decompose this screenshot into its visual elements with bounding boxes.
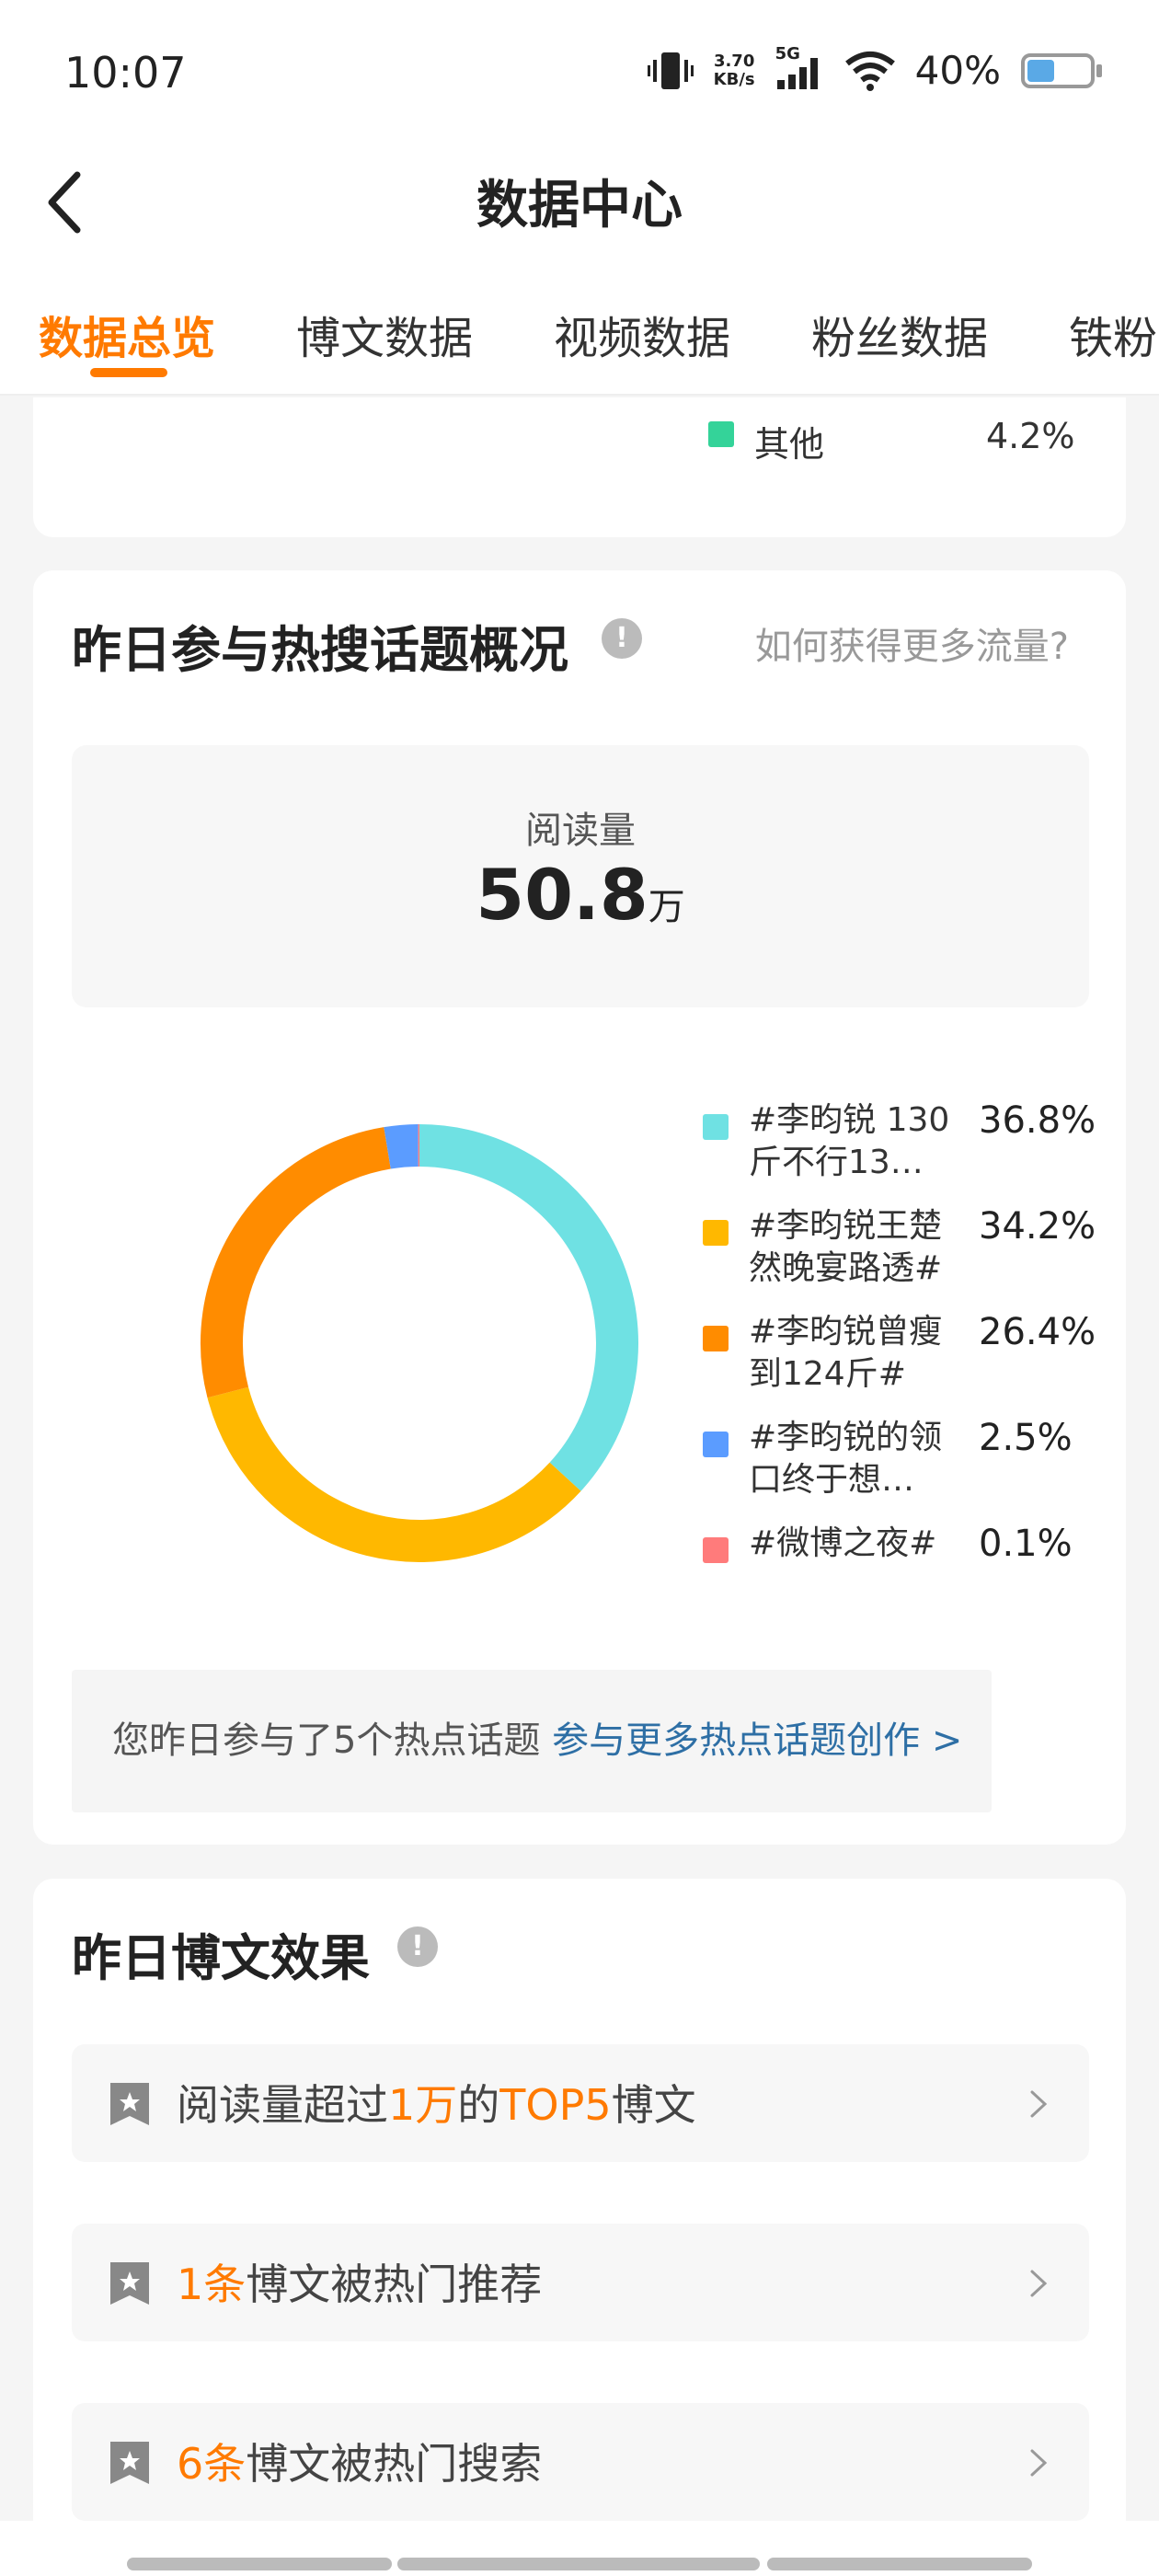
legend-percent: 4.2% xyxy=(986,416,1075,456)
info-icon[interactable]: ! xyxy=(397,1926,438,1967)
post-effect-row[interactable]: 6条博文被热门搜索 xyxy=(72,2403,1089,2521)
page-title: 数据中心 xyxy=(476,176,683,236)
chevron-right-icon xyxy=(1030,2449,1048,2477)
post-effect-text: 阅读量超过1万的TOP5博文 xyxy=(177,2072,696,2133)
nav-bar: 数据中心 xyxy=(0,147,1159,267)
status-bar: 10:07 3.70 KB/s 5G 40% xyxy=(0,0,1159,147)
net-speed-value: 3.70 xyxy=(713,51,755,71)
chevron-right-icon xyxy=(1030,2090,1048,2118)
read-count-number: 50.8 xyxy=(476,854,648,936)
gesture-segment xyxy=(127,2558,392,2570)
read-count-label: 阅读量 xyxy=(525,810,636,852)
legend-swatch xyxy=(703,1114,729,1140)
legend-percent: 2.5% xyxy=(979,1417,1073,1459)
legend-swatch xyxy=(703,1220,729,1246)
legend-swatch xyxy=(703,1432,729,1457)
post-effect-card: 昨日博文效果 ! 阅读量超过1万的TOP5博文 1条博文被热门推荐 6条博文被热门搜… xyxy=(33,1879,1126,2523)
signal-icon: 5G xyxy=(775,44,825,91)
read-count-unit: 万 xyxy=(648,886,685,928)
text-post: 博文 xyxy=(611,2080,696,2130)
bookmark-star-icon xyxy=(110,2262,149,2305)
legend-label-line: #李昀锐王楚 xyxy=(749,1207,943,1245)
note-text: 您昨日参与了5个热点话题 xyxy=(112,1719,553,1762)
donut-slice-4 xyxy=(384,1124,419,1169)
topics-donut-chart xyxy=(201,1123,638,1562)
legend-label-line: #李昀锐曾瘦 xyxy=(749,1313,943,1351)
tab-post-data[interactable]: 博文数据 xyxy=(296,302,473,366)
legend-label: #李昀锐曾瘦 到124斤# xyxy=(749,1311,960,1396)
legend-label-line: 到124斤# xyxy=(749,1355,906,1393)
legend-label-line: #李昀锐 130 xyxy=(749,1101,950,1139)
text-highlight: 6条 xyxy=(177,2439,247,2489)
legend-label: #李昀锐的领 口终于想… xyxy=(749,1417,960,1501)
previous-card: 其他 4.2% xyxy=(33,397,1126,537)
legend-label-line: 口终于想… xyxy=(749,1461,915,1499)
tab-iron-fans[interactable]: 铁粉 xyxy=(1069,302,1157,366)
read-count-value: 50.8万 xyxy=(72,854,1089,936)
legend-percent: 26.4% xyxy=(979,1311,1096,1353)
read-count-box: 阅读量 50.8万 xyxy=(72,745,1089,1007)
hot-topics-card: 昨日参与热搜话题概况 ! 如何获得更多流量? 阅读量 50.8万 #李昀锐 13… xyxy=(33,570,1126,1845)
legend-label: #李昀锐 130 斤不行13… xyxy=(749,1099,960,1184)
section-title: 昨日博文效果 xyxy=(72,1929,370,1987)
status-time: 10:07 xyxy=(64,48,187,98)
more-traffic-link[interactable]: 如何获得更多流量? xyxy=(755,616,1069,670)
tab-video-data[interactable]: 视频数据 xyxy=(554,302,730,366)
text-mid: 博文被热门推荐 xyxy=(246,2260,543,2309)
active-tab-indicator xyxy=(90,368,167,377)
battery-icon xyxy=(1021,52,1102,88)
tab-bar: 数据总览 博文数据 视频数据 粉丝数据 铁粉 xyxy=(0,267,1159,396)
more-topics-link[interactable]: 参与更多热点话题创作 > xyxy=(552,1719,962,1762)
legend-label: 其他 xyxy=(754,424,825,465)
info-icon[interactable]: ! xyxy=(602,618,642,659)
tab-overview[interactable]: 数据总览 xyxy=(39,302,215,366)
post-effect-row[interactable]: 1条博文被热门推荐 xyxy=(72,2224,1089,2341)
legend-percent: 0.1% xyxy=(979,1523,1073,1565)
section-title: 昨日参与热搜话题概况 xyxy=(72,621,568,679)
bookmark-star-icon xyxy=(110,2083,149,2125)
donut-slice-1 xyxy=(419,1124,638,1491)
gesture-segment xyxy=(397,2558,760,2570)
status-icons: 3.70 KB/s 5G 40% xyxy=(647,44,1102,93)
text-mid: 博文被热门搜索 xyxy=(246,2439,543,2489)
net-speed-unit: KB/s xyxy=(713,69,755,89)
text-pre: 阅读量超过 xyxy=(177,2080,388,2130)
bookmark-star-icon xyxy=(110,2442,149,2484)
tab-fans-data[interactable]: 粉丝数据 xyxy=(811,302,988,366)
post-effect-row[interactable]: 阅读量超过1万的TOP5博文 xyxy=(72,2044,1089,2162)
hot-topic-note: 您昨日参与了5个热点话题 参与更多热点话题创作 > xyxy=(72,1670,992,1812)
legend-label: #李昀锐王楚 然晚宴路透# xyxy=(749,1205,960,1290)
text-highlight: 1万 xyxy=(388,2080,458,2130)
vibrate-icon xyxy=(647,52,694,89)
legend-label-line: #微博之夜# xyxy=(749,1524,937,1562)
net-speed: 3.70 KB/s xyxy=(714,52,755,89)
wifi-icon xyxy=(844,51,895,91)
legend-swatch xyxy=(708,421,734,447)
legend-swatch xyxy=(703,1326,729,1351)
legend-label-line: 斤不行13… xyxy=(749,1144,924,1181)
legend-percent: 36.8% xyxy=(979,1099,1096,1142)
gesture-segment xyxy=(767,2558,1032,2570)
chevron-right-icon xyxy=(1030,2270,1048,2297)
text-highlight: TOP5 xyxy=(499,2080,612,2130)
post-effect-text: 1条博文被热门推荐 xyxy=(177,2251,542,2312)
post-effect-text: 6条博文被热门搜索 xyxy=(177,2431,542,2491)
text-highlight: 1条 xyxy=(177,2260,247,2309)
legend-label: #微博之夜# xyxy=(749,1523,960,1565)
battery-percent: 40% xyxy=(914,48,1001,93)
donut-slice-2 xyxy=(207,1386,581,1562)
legend-swatch xyxy=(703,1537,729,1563)
legend-percent: 34.2% xyxy=(979,1205,1096,1248)
legend-label-line: #李昀锐的领 xyxy=(749,1419,943,1456)
donut-slice-3 xyxy=(201,1127,392,1398)
gesture-bar xyxy=(0,2521,1159,2576)
text-mid: 的 xyxy=(457,2080,500,2130)
legend-label-line: 然晚宴路透# xyxy=(749,1249,943,1287)
